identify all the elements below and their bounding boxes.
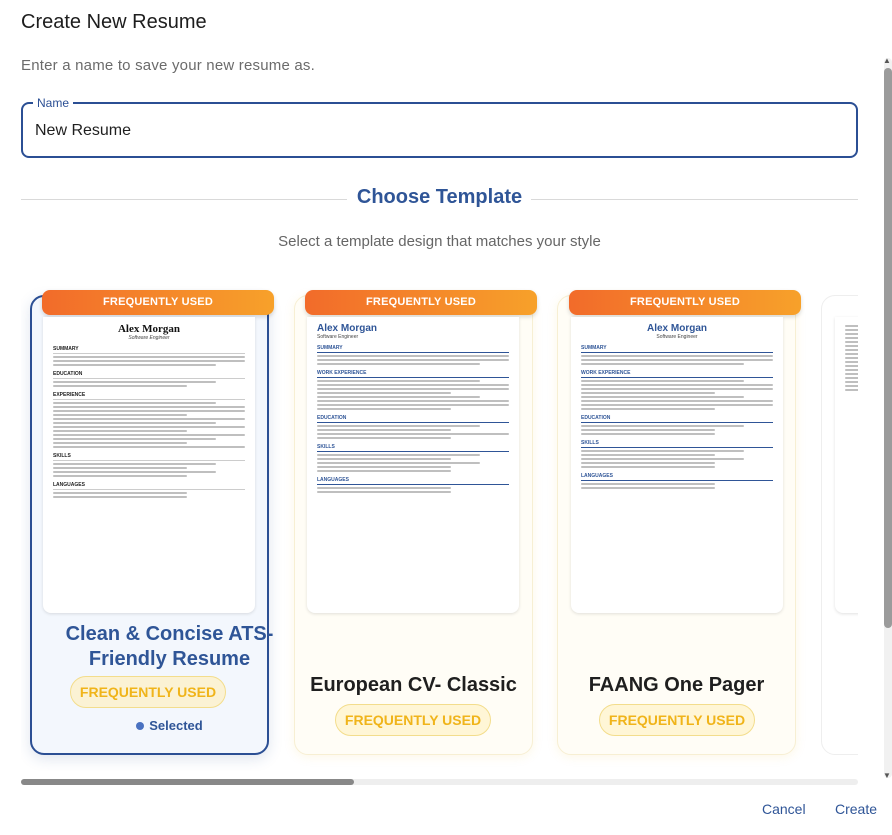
frequently-used-ribbon: FREQUENTLY USED	[42, 290, 274, 315]
create-resume-dialog: Create New Resume Enter a name to save y…	[0, 0, 892, 835]
template-title: Clean & Concise ATS-Friendly Resume	[65, 623, 274, 670]
horizontal-scrollbar-thumb[interactable]	[21, 779, 354, 785]
selected-label: Selected	[149, 718, 203, 733]
create-button[interactable]: Create	[835, 801, 877, 817]
template-preview[interactable]	[835, 317, 858, 613]
preview-name: Alex Morgan	[317, 323, 378, 334]
preview-section: SUMMARY	[317, 345, 509, 353]
preview-section: LANGUAGES	[317, 477, 509, 485]
frequently-used-badge: FREQUENTLY USED	[599, 704, 755, 736]
template-title: FAANG One Pager	[588, 674, 765, 696]
template-preview[interactable]: Alex Morgan Software Engineer SUMMARY ED…	[43, 317, 255, 613]
dialog-subtitle: Enter a name to save your new resume as.	[21, 57, 315, 74]
preview-section: SKILLS	[581, 440, 773, 448]
frequently-used-badge: FREQUENTLY USED	[335, 704, 491, 736]
preview-role: Software Engineer	[128, 335, 170, 341]
template-preview[interactable]: Alex Morgan Software Engineer SUMMARY WO…	[307, 317, 519, 613]
selected-dot-icon	[136, 722, 145, 730]
preview-section: EDUCATION	[581, 415, 773, 423]
selected-indicator: Selected	[50, 718, 289, 733]
cancel-button[interactable]: Cancel	[762, 801, 806, 817]
preview-role: Software Engineer	[317, 334, 359, 340]
preview-section: EDUCATION	[317, 415, 509, 423]
name-input[interactable]	[35, 118, 835, 144]
preview-role: Software Engineer	[656, 334, 698, 340]
preview-section: EDUCATION	[53, 371, 245, 379]
preview-name: Alex Morgan	[117, 323, 180, 335]
preview-section: SKILLS	[317, 444, 509, 452]
choose-template-subtitle: Select a template design that matches yo…	[278, 233, 601, 250]
name-field[interactable]: Name	[21, 96, 858, 158]
template-preview[interactable]: Alex Morgan Software Engineer SUMMARY WO…	[571, 317, 783, 613]
name-field-label: Name	[33, 96, 74, 110]
preview-section: WORK EXPERIENCE	[581, 370, 773, 378]
frequently-used-badge: FREQUENTLY USED	[70, 676, 226, 708]
template-section-header: Choose Template	[21, 186, 858, 212]
vertical-scrollbar-thumb[interactable]	[884, 68, 892, 628]
dialog-title: Create New Resume	[21, 11, 207, 33]
divider-right	[531, 199, 858, 200]
choose-template-title: Choose Template	[356, 186, 523, 208]
frequently-used-ribbon: FREQUENTLY USED	[305, 290, 537, 315]
template-carousel[interactable]: FREQUENTLY USED Alex Morgan Software Eng…	[21, 283, 858, 771]
preview-section: LANGUAGES	[581, 473, 773, 481]
preview-section: LANGUAGES	[53, 482, 245, 490]
preview-section: SKILLS	[53, 453, 245, 461]
preview-section: WORK EXPERIENCE	[317, 370, 509, 378]
preview-section: EXPERIENCE	[53, 392, 245, 400]
preview-section: SUMMARY	[53, 346, 245, 354]
preview-name: Alex Morgan	[646, 323, 707, 334]
scroll-up-arrow-icon[interactable]: ▲	[883, 56, 891, 65]
frequently-used-ribbon: FREQUENTLY USED	[569, 290, 801, 315]
scroll-down-arrow-icon[interactable]: ▼	[883, 771, 891, 780]
preview-section: SUMMARY	[581, 345, 773, 353]
template-title: European CV- Classic	[310, 674, 517, 696]
